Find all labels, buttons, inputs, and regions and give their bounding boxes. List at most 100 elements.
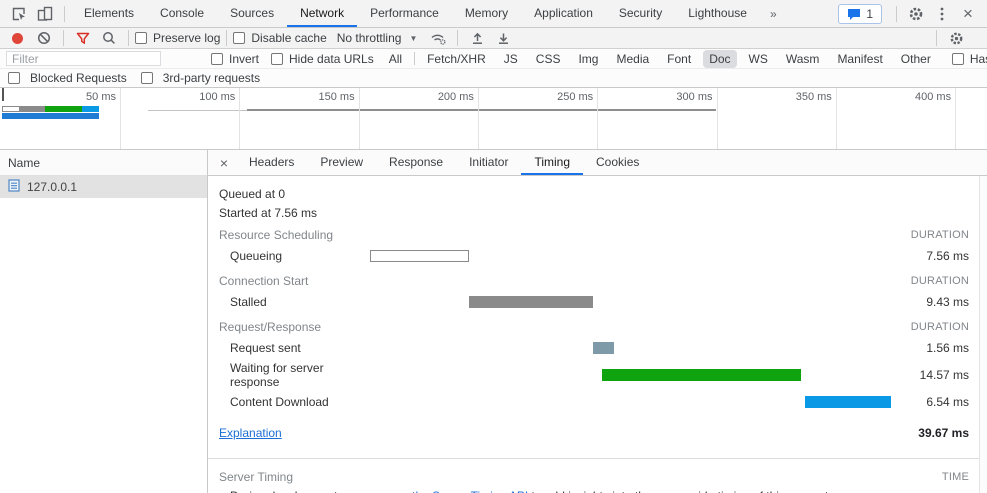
filter-type-font[interactable]: Font bbox=[661, 50, 697, 68]
minimap-segment-waiting bbox=[45, 106, 82, 112]
explanation-link[interactable]: Explanation bbox=[219, 426, 282, 440]
filter-type-wasm[interactable]: Wasm bbox=[780, 50, 826, 68]
document-icon bbox=[8, 179, 20, 195]
timing-row-waiting-for-server-response: Waiting for server response 14.57 ms bbox=[208, 360, 979, 390]
detail-tab-cookies[interactable]: Cookies bbox=[583, 150, 652, 175]
network-toolbar: Preserve log Disable cache No throttling… bbox=[0, 28, 987, 49]
issues-count: 1 bbox=[866, 6, 873, 21]
tab-security[interactable]: Security bbox=[606, 0, 675, 27]
kebab-menu-icon[interactable] bbox=[929, 1, 955, 27]
minimap-segment-queueing bbox=[2, 106, 20, 112]
detail-tab-preview[interactable]: Preview bbox=[307, 150, 376, 175]
preserve-log-checkbox[interactable] bbox=[135, 32, 147, 44]
tab-lighthouse[interactable]: Lighthouse bbox=[675, 0, 760, 27]
requests-list-pane: Name 127.0.0.1 bbox=[0, 150, 208, 493]
tab-application[interactable]: Application bbox=[521, 0, 606, 27]
has-blocked-cookies-checkbox[interactable] bbox=[951, 52, 964, 65]
divider bbox=[457, 30, 459, 46]
network-conditions-icon[interactable] bbox=[425, 25, 451, 51]
import-har-icon[interactable] bbox=[464, 25, 490, 51]
overview-activity-line-dark bbox=[247, 109, 716, 111]
timing-row-content-download: Content Download 6.54 ms bbox=[208, 390, 979, 414]
request-row[interactable]: 127.0.0.1 bbox=[0, 176, 207, 198]
timing-row-label: Request sent bbox=[230, 341, 301, 355]
timeline-gridline bbox=[597, 88, 599, 149]
timeline-gridline bbox=[955, 88, 957, 149]
timing-row-duration: 6.54 ms bbox=[926, 395, 969, 409]
name-column-header[interactable]: Name bbox=[0, 150, 207, 176]
filter-funnel-icon[interactable] bbox=[70, 25, 96, 51]
filter-type-manifest[interactable]: Manifest bbox=[831, 50, 888, 68]
timing-section-title: Resource Scheduling bbox=[219, 228, 334, 242]
close-devtools-icon[interactable]: × bbox=[955, 1, 981, 27]
timing-bar-queueing bbox=[370, 249, 470, 262]
more-tabs-chevron[interactable]: » bbox=[760, 7, 787, 21]
timing-section-header: Resource Scheduling DURATION bbox=[208, 226, 979, 244]
tab-network[interactable]: Network bbox=[287, 0, 358, 27]
overview-request-bar bbox=[2, 106, 99, 112]
detail-tab-timing[interactable]: Timing bbox=[521, 150, 584, 175]
detail-tab-initiator[interactable]: Initiator bbox=[456, 150, 521, 175]
detail-tab-response[interactable]: Response bbox=[376, 150, 456, 175]
third-party-requests-label: 3rd-party requests bbox=[162, 71, 261, 85]
throttling-dropdown[interactable]: No throttling ▼ bbox=[337, 31, 418, 45]
search-icon[interactable] bbox=[96, 25, 122, 51]
filter-type-other[interactable]: Other bbox=[895, 50, 937, 68]
detail-tab-headers[interactable]: Headers bbox=[236, 150, 307, 175]
minimap-segment-download bbox=[82, 106, 99, 112]
tab-elements[interactable]: Elements bbox=[71, 0, 147, 27]
duration-column-label: DURATION bbox=[910, 229, 969, 241]
timing-row-label: Content Download bbox=[230, 395, 329, 409]
filter-input[interactable] bbox=[6, 51, 161, 66]
close-detail-icon[interactable]: × bbox=[212, 155, 236, 171]
tab-performance[interactable]: Performance bbox=[357, 0, 452, 27]
timeline-tick-label: 400 ms bbox=[915, 91, 952, 103]
tab-console[interactable]: Console bbox=[147, 0, 217, 27]
server-timing-hint: During development, you can use the Serv… bbox=[208, 489, 979, 493]
network-overview-timeline[interactable]: 50 ms 100 ms 150 ms 200 ms 250 ms 300 ms 350 m… bbox=[0, 88, 987, 150]
vertical-scrollbar[interactable] bbox=[979, 176, 987, 493]
filter-type-all[interactable]: All bbox=[383, 50, 408, 68]
request-detail-pane: × Headers Preview Response Initiator Timing C… bbox=[208, 150, 987, 493]
inspect-element-icon[interactable] bbox=[6, 1, 32, 27]
network-settings-gear-icon[interactable] bbox=[943, 25, 969, 51]
issues-badge[interactable]: 1 bbox=[838, 3, 882, 24]
filter-type-img[interactable]: Img bbox=[572, 50, 604, 68]
filter-type-js[interactable]: JS bbox=[498, 50, 524, 68]
main-tabs: Elements Console Sources Network Performance… bbox=[71, 0, 760, 27]
divider bbox=[896, 5, 897, 22]
tab-sources[interactable]: Sources bbox=[217, 0, 287, 27]
invert-checkbox[interactable] bbox=[211, 52, 223, 65]
record-button[interactable] bbox=[12, 32, 23, 44]
filter-bar: Invert Hide data URLs All Fetch/XHR JS CSS I… bbox=[0, 49, 987, 69]
clear-icon[interactable] bbox=[31, 25, 57, 51]
filter-type-ws[interactable]: WS bbox=[743, 50, 774, 68]
timeline-gridline bbox=[835, 88, 837, 149]
divider bbox=[64, 5, 65, 22]
hide-data-urls-checkbox[interactable] bbox=[271, 52, 284, 65]
filter-type-media[interactable]: Media bbox=[610, 50, 655, 68]
timing-bar-track bbox=[370, 295, 891, 309]
section-divider bbox=[208, 458, 979, 459]
tab-memory[interactable]: Memory bbox=[452, 0, 521, 27]
detail-tabbar: × Headers Preview Response Initiator Timing C… bbox=[208, 150, 987, 176]
timing-bar-track bbox=[370, 249, 891, 263]
timing-row-label: Waiting for server response bbox=[230, 361, 324, 389]
export-har-icon[interactable] bbox=[490, 25, 516, 51]
timing-bar-sent bbox=[593, 341, 614, 354]
total-duration: 39.67 ms bbox=[918, 426, 969, 440]
device-toolbar-icon[interactable] bbox=[32, 1, 58, 27]
overview-activity-line bbox=[148, 110, 248, 111]
timeline-tick-label: 150 ms bbox=[318, 91, 355, 103]
filter-type-fetch-xhr[interactable]: Fetch/XHR bbox=[421, 50, 492, 68]
settings-gear-icon[interactable] bbox=[903, 1, 929, 27]
filter-type-doc[interactable]: Doc bbox=[703, 49, 737, 68]
duration-column-label: DURATION bbox=[910, 275, 969, 287]
third-party-requests-checkbox[interactable] bbox=[140, 72, 153, 84]
disable-cache-checkbox[interactable] bbox=[233, 32, 246, 44]
filter-bar-2: Blocked Requests 3rd-party requests bbox=[0, 69, 987, 88]
filter-type-css[interactable]: CSS bbox=[530, 50, 567, 68]
blocked-requests-checkbox[interactable] bbox=[8, 72, 20, 84]
server-timing-api-link[interactable]: the Server Timing API bbox=[412, 489, 528, 493]
timing-bar-track bbox=[370, 395, 891, 409]
